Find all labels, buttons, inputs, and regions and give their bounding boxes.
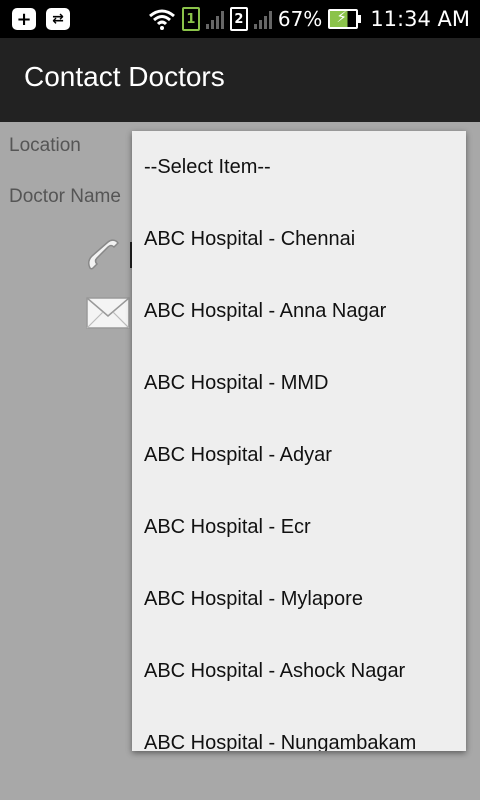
- phone-icon[interactable]: [86, 238, 122, 272]
- location-dropdown-list[interactable]: --Select Item-- ABC Hospital - Chennai A…: [132, 131, 466, 751]
- location-label: Location: [9, 135, 81, 156]
- dropdown-item-nungambakam[interactable]: ABC Hospital - Nungambakam: [132, 707, 466, 751]
- dropdown-item-chennai[interactable]: ABC Hospital - Chennai: [132, 203, 466, 275]
- dropdown-item-select[interactable]: --Select Item--: [132, 131, 466, 203]
- dropdown-item-ecr[interactable]: ABC Hospital - Ecr: [132, 491, 466, 563]
- dropdown-item-adyar[interactable]: ABC Hospital - Adyar: [132, 419, 466, 491]
- battery-percent: 67%: [277, 7, 323, 31]
- status-bar: + ⇄ 1 2 67% ⚡ 11:34 AM: [0, 0, 480, 38]
- status-left: + ⇄: [12, 6, 70, 32]
- plus-icon: +: [12, 8, 36, 30]
- dropdown-item-ashock-nagar[interactable]: ABC Hospital - Ashock Nagar: [132, 635, 466, 707]
- mail-icon[interactable]: [86, 296, 130, 330]
- battery-charging-icon: ⚡: [328, 8, 362, 29]
- signal-icon: [205, 9, 224, 29]
- page-title: Contact Doctors: [24, 61, 225, 92]
- status-right: 1 2 67% ⚡ 11:34 AM: [148, 0, 470, 38]
- doctor-name-label: Doctor Name: [9, 186, 121, 207]
- signal-icon: [253, 9, 272, 29]
- wifi-icon: [148, 9, 175, 30]
- clock: 11:34 AM: [370, 7, 470, 31]
- action-bar: Contact Doctors: [0, 38, 480, 122]
- sim2-icon: 2: [229, 7, 248, 31]
- dropdown-item-mylapore[interactable]: ABC Hospital - Mylapore: [132, 563, 466, 635]
- usb-icon: ⇄: [46, 8, 70, 30]
- dropdown-item-anna-nagar[interactable]: ABC Hospital - Anna Nagar: [132, 275, 466, 347]
- dropdown-item-mmd[interactable]: ABC Hospital - MMD: [132, 347, 466, 419]
- sim1-icon: 1: [181, 7, 200, 31]
